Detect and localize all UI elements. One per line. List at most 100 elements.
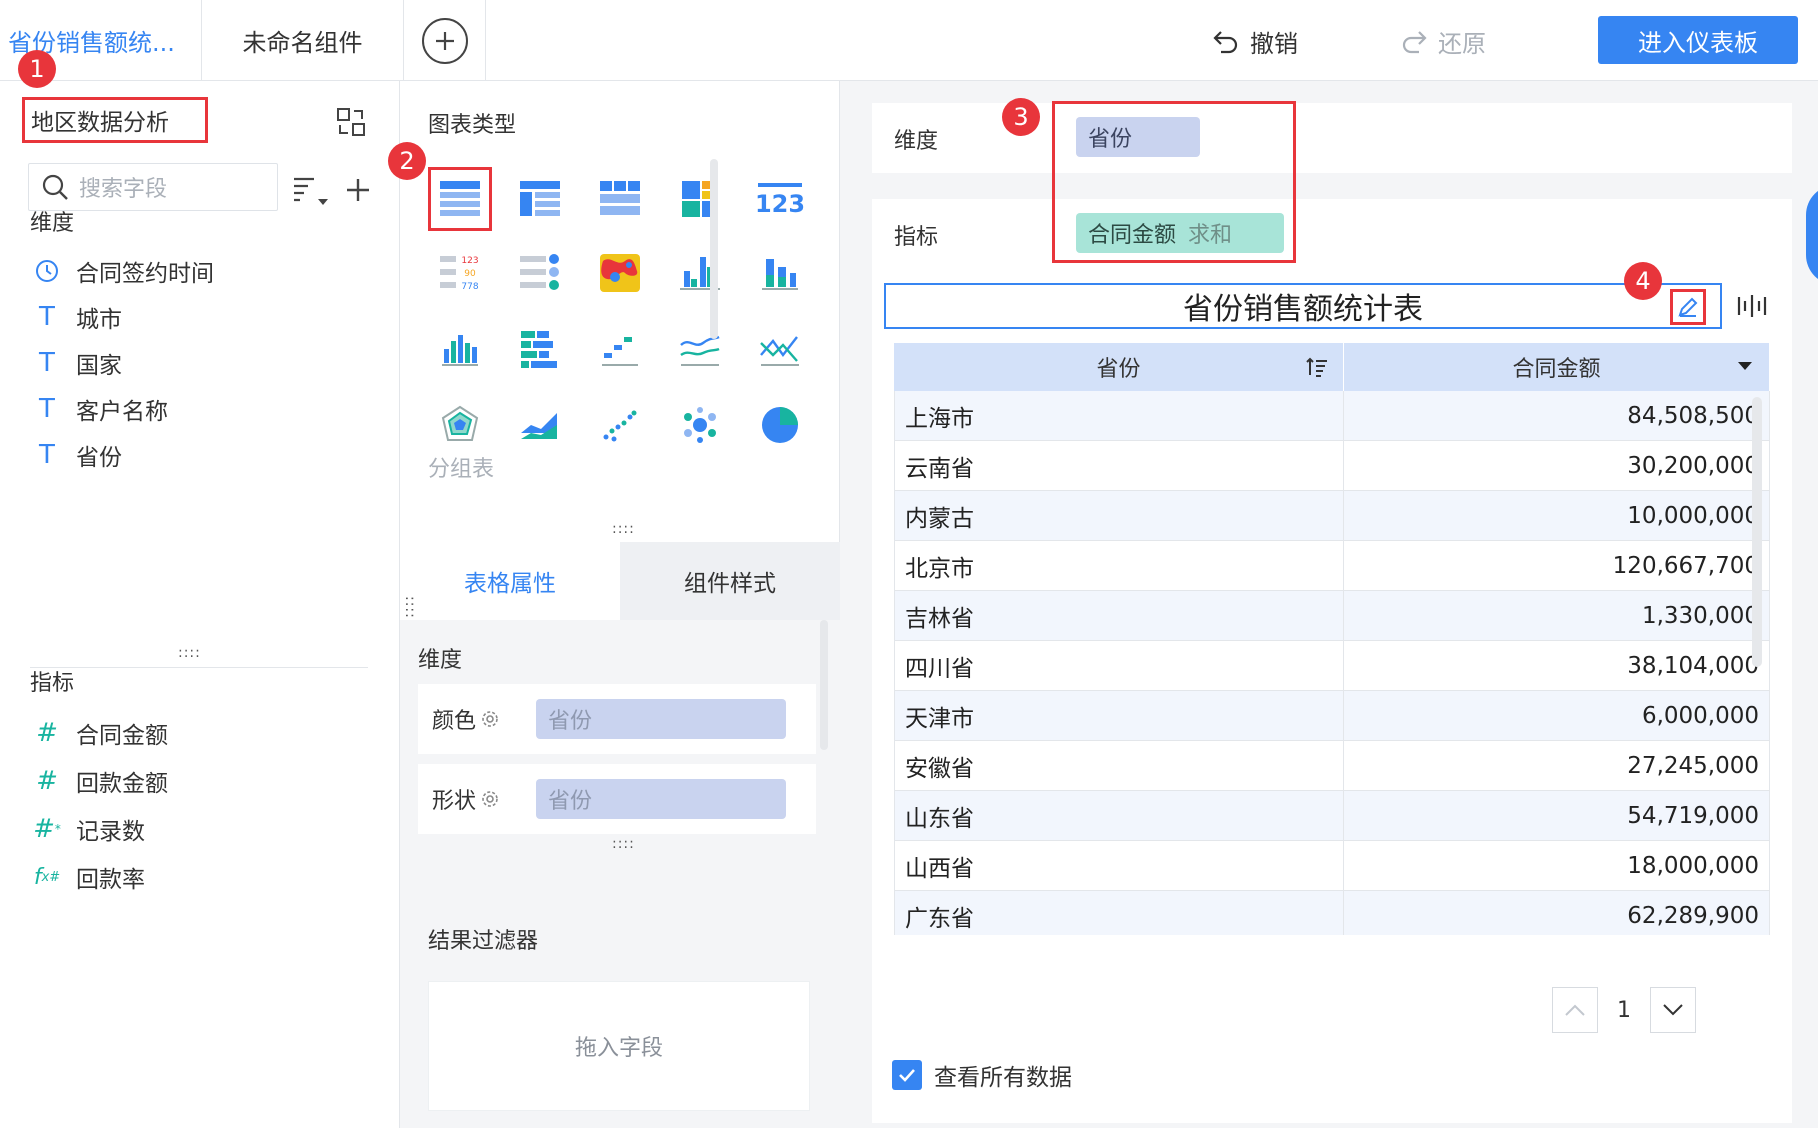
field-item[interactable]: 合同签约时间 xyxy=(30,251,214,291)
line-chart-type-icon[interactable] xyxy=(668,317,732,381)
number-type-icon: # xyxy=(36,718,58,748)
group-table-type-icon[interactable] xyxy=(428,167,492,231)
field-item[interactable]: f x# 回款率 xyxy=(30,857,145,897)
amount-cell: 38,104,000 xyxy=(1344,641,1770,690)
chart-config-panel: 图表类型 123 123 90 778 分组表:::: 表格属性 组件样式 维… xyxy=(400,81,840,1128)
multi-kpi-type-icon[interactable]: 123 90 778 xyxy=(428,241,492,305)
enter-dashboard-button[interactable]: 进入仪表板 xyxy=(1598,16,1798,64)
province-cell: 上海市 xyxy=(894,391,1344,440)
tab-component-style[interactable]: 组件样式 xyxy=(620,542,840,620)
field-item[interactable]: # 回款金额 xyxy=(30,761,168,801)
undo-button[interactable]: 撤销 xyxy=(1212,18,1298,64)
table-row[interactable]: 山东省 54,719,000 xyxy=(894,791,1770,841)
table-row[interactable]: 天津市 6,000,000 xyxy=(894,691,1770,741)
column-header[interactable]: 省份 xyxy=(894,343,1344,391)
callout-badge-1: 1 xyxy=(18,50,56,88)
next-page-button[interactable] xyxy=(1650,987,1696,1033)
property-dimension-heading: 维度 xyxy=(418,648,463,673)
grouped-bar-type-icon[interactable] xyxy=(668,241,732,305)
column-header-label: 省份 xyxy=(1096,357,1141,382)
sort-fields-icon[interactable] xyxy=(290,173,330,207)
caret-down-icon[interactable] xyxy=(1735,355,1755,375)
amount-cell: 120,667,700 xyxy=(1344,541,1770,590)
sort-ascending-icon[interactable] xyxy=(1305,355,1329,379)
detail-table-type-icon[interactable] xyxy=(508,167,572,231)
column-header[interactable]: 合同金额 xyxy=(1344,343,1770,391)
province-cell: 广东省 xyxy=(894,891,1344,935)
field-item[interactable]: # 合同金额 xyxy=(30,713,168,753)
table-row[interactable]: 广东省 62,289,900 xyxy=(894,891,1770,935)
indicator-card-type-icon[interactable] xyxy=(508,241,572,305)
chart-type-scrollbar[interactable] xyxy=(710,159,718,339)
switch-dataset-icon[interactable] xyxy=(336,107,366,141)
tab-component-2[interactable]: 未命名组件 xyxy=(202,0,404,81)
heatmap-type-icon[interactable] xyxy=(588,241,652,305)
bubble-chart-type-icon[interactable] xyxy=(668,393,732,457)
callout-badge-2: 2 xyxy=(388,142,426,180)
add-tab-button[interactable] xyxy=(404,0,486,81)
view-all-data-checkbox[interactable]: 查看所有数据 xyxy=(892,1058,1072,1092)
gear-icon[interactable] xyxy=(480,709,500,729)
add-field-icon[interactable] xyxy=(344,176,372,204)
field-item[interactable]: T 国家 xyxy=(30,343,122,383)
table-scrollbar[interactable] xyxy=(1752,397,1762,667)
property-scrollbar[interactable] xyxy=(820,620,828,750)
svg-text:123: 123 xyxy=(756,190,804,217)
prev-page-button[interactable] xyxy=(1552,987,1598,1033)
field-item[interactable]: T 省份 xyxy=(30,435,122,475)
field-label: 客户名称 xyxy=(76,399,168,425)
edit-icon[interactable] xyxy=(1670,289,1706,325)
measure-heading: 指标 xyxy=(30,671,75,696)
drag-handle[interactable]: :::: xyxy=(178,645,201,661)
tab-table-properties[interactable]: 表格属性 xyxy=(400,542,620,620)
undo-icon xyxy=(1213,31,1238,54)
field-item[interactable]: # * 记录数 xyxy=(30,809,145,849)
amount-cell: 10,000,000 xyxy=(1344,491,1770,540)
province-cell: 吉林省 xyxy=(894,591,1344,640)
chevron-down-icon xyxy=(1663,1004,1683,1016)
gear-icon[interactable] xyxy=(480,789,500,809)
dataset-title[interactable]: 地区数据分析 xyxy=(22,97,208,143)
treemap-type-icon[interactable] xyxy=(668,167,732,231)
drag-handle[interactable]: :::: xyxy=(612,836,635,852)
drag-handle[interactable]: :::: xyxy=(612,521,635,537)
dimension-shelf-label: 维度 xyxy=(894,129,939,154)
field-item[interactable]: T 客户名称 xyxy=(30,389,168,429)
scatter-chart-type-icon[interactable] xyxy=(588,393,652,457)
panel-splitter xyxy=(30,667,368,668)
tab-label: 未命名组件 xyxy=(242,29,363,57)
amount-cell: 62,289,900 xyxy=(1344,891,1770,935)
radar-chart-type-icon[interactable] xyxy=(428,393,492,457)
table-title-input[interactable]: 省份销售额统计表 xyxy=(884,283,1722,329)
table-row[interactable]: 上海市 84,508,500 xyxy=(894,391,1770,441)
table-row[interactable]: 四川省 38,104,000 xyxy=(894,641,1770,691)
column-chart-type-icon[interactable] xyxy=(428,317,492,381)
cross-table-type-icon[interactable] xyxy=(588,167,652,231)
pie-chart-type-icon[interactable] xyxy=(748,393,812,457)
table-row[interactable]: 云南省 30,200,000 xyxy=(894,441,1770,491)
redo-button[interactable]: 还原 xyxy=(1400,18,1486,64)
search-input[interactable]: 搜索字段 xyxy=(28,163,278,211)
stacked-bar-type-icon[interactable] xyxy=(748,241,812,305)
text-type-icon: T xyxy=(39,440,55,470)
kpi-number-type-icon[interactable]: 123 xyxy=(748,167,812,231)
table-row[interactable]: 内蒙古 10,000,000 xyxy=(894,491,1770,541)
area-chart-type-icon[interactable] xyxy=(508,393,572,457)
collapse-panel-tab[interactable] xyxy=(1806,185,1818,285)
filter-drop-zone[interactable]: 拖入字段 xyxy=(428,981,810,1111)
table-row[interactable]: 北京市 120,667,700 xyxy=(894,541,1770,591)
chart-settings-icon[interactable] xyxy=(1736,293,1768,323)
province-cell: 山东省 xyxy=(894,791,1344,840)
table-row[interactable]: 安徽省 27,245,000 xyxy=(894,741,1770,791)
shape-field-pill[interactable]: 省份 xyxy=(536,779,786,819)
table-row[interactable]: 山西省 18,000,000 xyxy=(894,841,1770,891)
panel-resize-handle[interactable]: :::: xyxy=(402,596,418,619)
color-field-pill[interactable]: 省份 xyxy=(536,699,786,739)
table-row[interactable]: 吉林省 1,330,000 xyxy=(894,591,1770,641)
bar-chart-type-icon[interactable] xyxy=(508,317,572,381)
step-chart-type-icon[interactable] xyxy=(588,317,652,381)
amount-cell: 18,000,000 xyxy=(1344,841,1770,890)
plus-icon xyxy=(421,17,468,64)
polyline-chart-type-icon[interactable] xyxy=(748,317,812,381)
field-item[interactable]: T 城市 xyxy=(30,297,122,337)
